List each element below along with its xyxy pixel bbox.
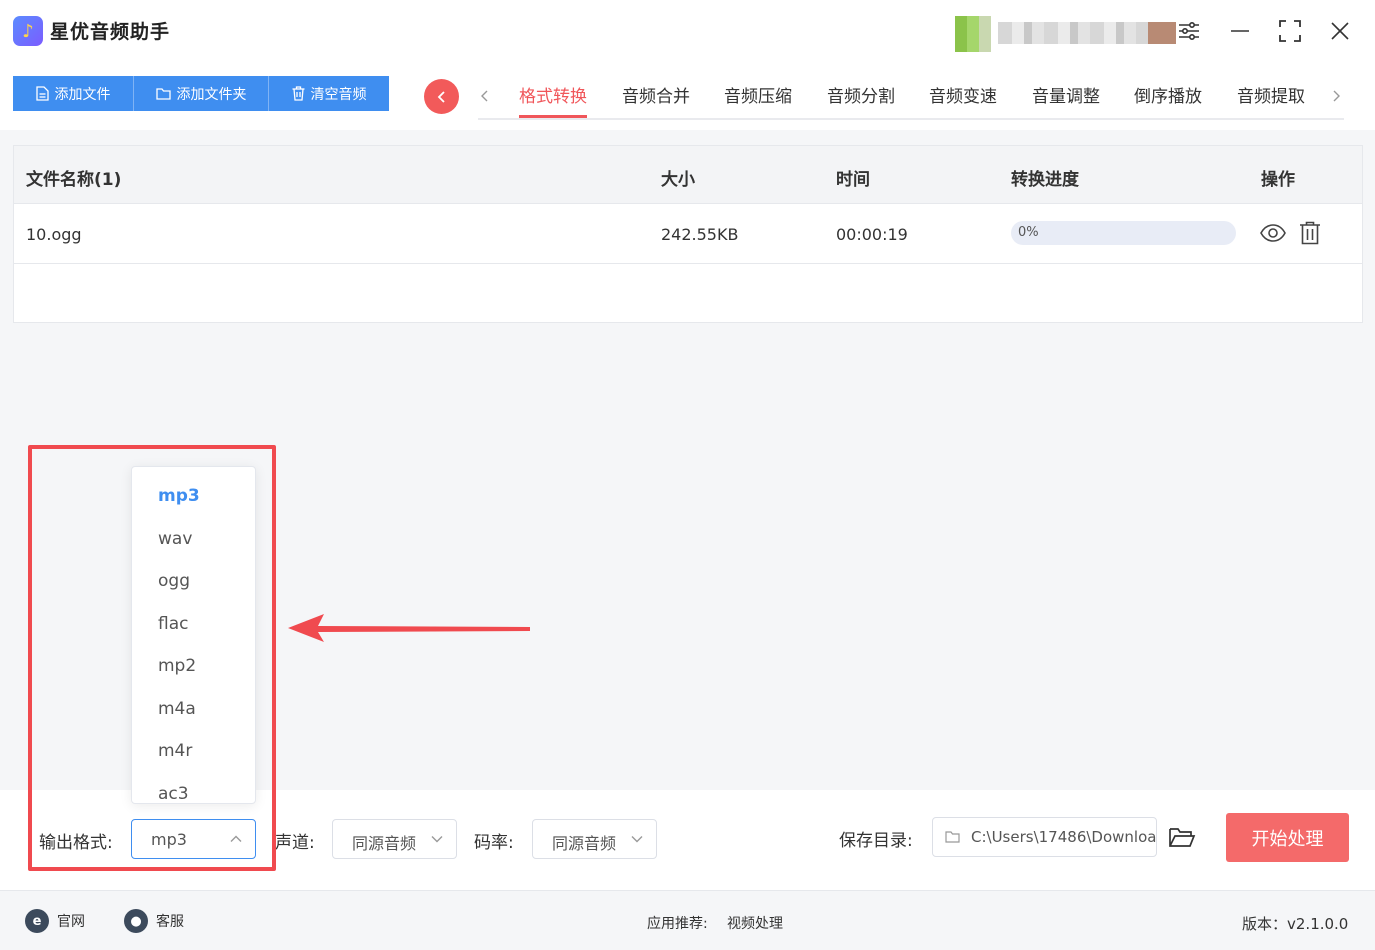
app-title: 星优音频助手 xyxy=(50,21,171,43)
progress-text: 0% xyxy=(1018,225,1039,240)
save-directory-path: C:\Users\17486\Downloads xyxy=(971,828,1157,846)
chevron-up-icon xyxy=(230,835,242,842)
tab-volume-adjust[interactable]: 音量调整 xyxy=(1032,82,1100,107)
output-format-select[interactable]: mp3 xyxy=(131,819,256,859)
tabs-scroll-right-icon[interactable] xyxy=(1326,84,1346,108)
minimize-icon[interactable] xyxy=(1223,14,1257,48)
header-file-name: 文件名称(1) xyxy=(26,170,122,190)
format-option-ogg[interactable]: ogg xyxy=(158,571,190,591)
file-icon xyxy=(35,86,49,101)
trash-icon[interactable] xyxy=(1295,218,1325,248)
website-link[interactable]: e 官网 xyxy=(25,909,85,933)
file-name-cell: 10.ogg xyxy=(26,225,82,244)
bitrate-label: 码率: xyxy=(474,833,514,853)
channel-label: 声道: xyxy=(275,833,315,853)
eye-icon[interactable] xyxy=(1258,218,1288,248)
tab-audio-speed[interactable]: 音频变速 xyxy=(929,82,997,107)
tab-format-convert[interactable]: 格式转换 xyxy=(519,82,587,118)
user-avatar[interactable] xyxy=(955,16,991,52)
table-row[interactable]: 10.ogg 242.55KB 00:00:19 0% xyxy=(14,204,1362,264)
save-directory-label: 保存目录: xyxy=(839,831,913,851)
trash-icon xyxy=(292,86,304,101)
collapse-back-button[interactable] xyxy=(424,79,459,114)
bitrate-value: 同源音频 xyxy=(552,834,617,853)
header-time: 时间 xyxy=(836,170,870,190)
format-option-m4a[interactable]: m4a xyxy=(158,699,196,719)
start-processing-button[interactable]: 开始处理 xyxy=(1226,813,1349,862)
footer-bar: e 官网 ● 客服 应用推荐: 视频处理 版本：v2.1.0.0 xyxy=(0,890,1375,950)
website-label: 官网 xyxy=(57,914,85,930)
music-note-icon: ♪ xyxy=(13,16,43,46)
clear-audio-button[interactable]: 清空音频 xyxy=(269,76,389,111)
folder-icon xyxy=(945,831,960,843)
add-folder-label: 添加文件夹 xyxy=(176,86,247,103)
bitrate-select[interactable]: 同源音频 xyxy=(532,819,657,859)
file-toolbar: 添加文件 添加文件夹 清空音频 xyxy=(13,76,389,111)
ie-browser-icon: e xyxy=(25,909,49,933)
progress-bar: 0% xyxy=(1011,221,1236,245)
channel-value: 同源音频 xyxy=(352,834,417,853)
channel-select[interactable]: 同源音频 xyxy=(332,819,457,859)
format-option-m4r[interactable]: m4r xyxy=(158,741,192,761)
settings-sliders-icon[interactable] xyxy=(1172,14,1206,48)
format-option-wav[interactable]: wav xyxy=(158,529,192,549)
header-size: 大小 xyxy=(661,170,695,190)
header-progress: 转换进度 xyxy=(1011,170,1079,190)
output-format-dropdown: mp3 wav ogg flac mp2 m4a m4r ac3 xyxy=(131,466,256,804)
clear-audio-label: 清空音频 xyxy=(310,86,367,103)
file-time-cell: 00:00:19 xyxy=(836,225,908,244)
header-operations: 操作 xyxy=(1261,170,1295,190)
maximize-icon[interactable] xyxy=(1273,14,1307,48)
customer-service-link[interactable]: ● 客服 xyxy=(124,909,184,933)
format-option-mp2[interactable]: mp2 xyxy=(158,656,196,676)
tab-audio-split[interactable]: 音频分割 xyxy=(827,82,895,107)
version-text: 版本：v2.1.0.0 xyxy=(1242,915,1349,933)
tab-audio-compress[interactable]: 音频压缩 xyxy=(724,82,792,107)
recommend-label: 应用推荐: xyxy=(647,916,708,932)
tab-reverse-play[interactable]: 倒序播放 xyxy=(1134,82,1202,107)
add-folder-button[interactable]: 添加文件夹 xyxy=(134,76,269,111)
chevron-left-icon xyxy=(437,90,445,103)
chevron-down-icon xyxy=(631,836,643,843)
output-format-value: mp3 xyxy=(151,830,187,849)
format-option-mp3[interactable]: mp3 xyxy=(158,486,200,506)
user-name-blurred xyxy=(998,22,1176,44)
add-file-label: 添加文件 xyxy=(54,86,111,103)
title-bar: ♪ 星优音频助手 xyxy=(0,0,1375,60)
chat-bubble-icon: ● xyxy=(124,909,148,933)
tab-audio-extract[interactable]: 音频提取 xyxy=(1237,82,1305,107)
file-table: 文件名称(1) 大小 时间 转换进度 操作 10.ogg 242.55KB 00… xyxy=(13,145,1363,323)
format-option-flac[interactable]: flac xyxy=(158,614,188,634)
function-tabs: 格式转换 音频合并 音频压缩 音频分割 音频变速 音量调整 倒序播放 音频提取 xyxy=(478,78,1344,120)
add-file-button[interactable]: 添加文件 xyxy=(13,76,134,111)
customer-service-label: 客服 xyxy=(156,914,184,930)
output-format-label: 输出格式: xyxy=(39,833,113,853)
format-option-ac3[interactable]: ac3 xyxy=(158,784,189,803)
open-folder-icon[interactable] xyxy=(1168,825,1196,851)
file-size-cell: 242.55KB xyxy=(661,225,739,244)
tab-audio-merge[interactable]: 音频合并 xyxy=(622,82,690,107)
recommend-video-link[interactable]: 视频处理 xyxy=(727,913,783,933)
table-header: 文件名称(1) 大小 时间 转换进度 操作 xyxy=(14,146,1362,204)
save-directory-input[interactable]: C:\Users\17486\Downloads xyxy=(932,817,1157,857)
chevron-down-icon xyxy=(431,836,443,843)
close-icon[interactable] xyxy=(1323,14,1357,48)
folder-icon xyxy=(155,88,171,100)
